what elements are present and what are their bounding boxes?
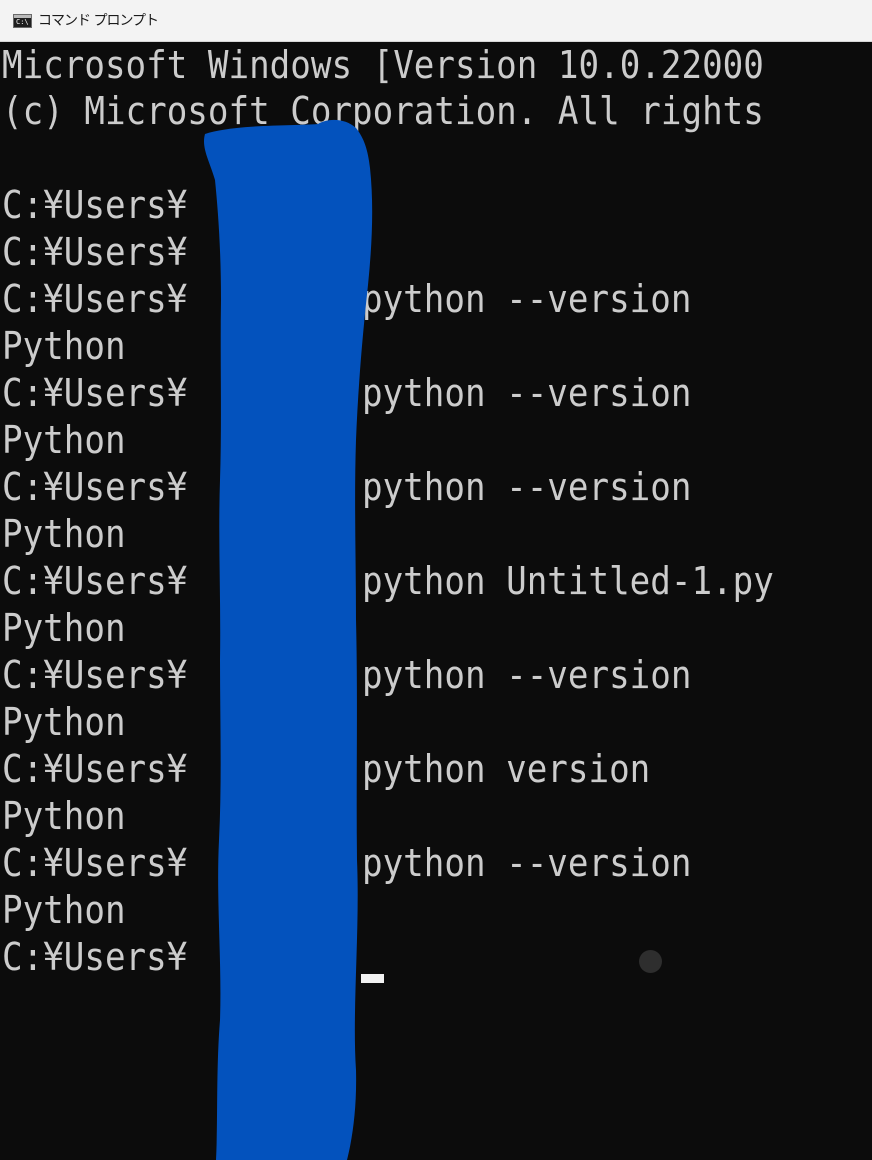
title-bar[interactable]: C:\ コマンド プロンプト [0, 0, 872, 42]
output-line: Python [2, 606, 126, 650]
icon-glyph: C:\ [16, 18, 29, 26]
command-text: python --version [362, 465, 692, 509]
prompt-line: C:¥Users¥ [2, 747, 188, 791]
command-text: python --version [362, 277, 692, 321]
command-text: python --version [362, 653, 692, 697]
banner-line-version: Microsoft Windows [Version 10.0.22000 [2, 43, 764, 87]
text-cursor [361, 974, 384, 983]
output-line: Python [2, 324, 126, 368]
prompt-line: C:¥Users¥ [2, 465, 188, 509]
output-line: Python [2, 794, 126, 838]
prompt-line: C:¥Users¥ [2, 559, 188, 603]
banner-line-copyright: (c) Microsoft Corporation. All rights [2, 89, 764, 133]
prompt-line: C:¥Users¥ [2, 183, 188, 227]
window-title: コマンド プロンプト [38, 13, 159, 29]
command-text: python --version [362, 371, 692, 415]
command-text: python --version [362, 841, 692, 885]
prompt-line: C:¥Users¥ [2, 841, 188, 885]
prompt-line: C:¥Users¥ [2, 653, 188, 697]
prompt-line: C:¥Users¥ [2, 230, 188, 274]
command-prompt-window: C:\ コマンド プロンプト Microsoft Windows [Versio… [0, 0, 872, 1160]
output-line: Python [2, 700, 126, 744]
command-text: python version [362, 747, 651, 791]
prompt-line: C:¥Users¥ [2, 277, 188, 321]
output-line: Python [2, 512, 126, 556]
command-prompt-icon: C:\ [13, 14, 32, 28]
output-line: Python [2, 418, 126, 462]
current-prompt-line: C:¥Users¥ [2, 935, 188, 979]
output-line: Python [2, 888, 126, 932]
prompt-line: C:¥Users¥ [2, 371, 188, 415]
command-text: python Untitled-1.py [362, 559, 774, 603]
console-output[interactable]: Microsoft Windows [Version 10.0.22000 (c… [0, 42, 872, 1160]
background-dot [639, 950, 662, 973]
